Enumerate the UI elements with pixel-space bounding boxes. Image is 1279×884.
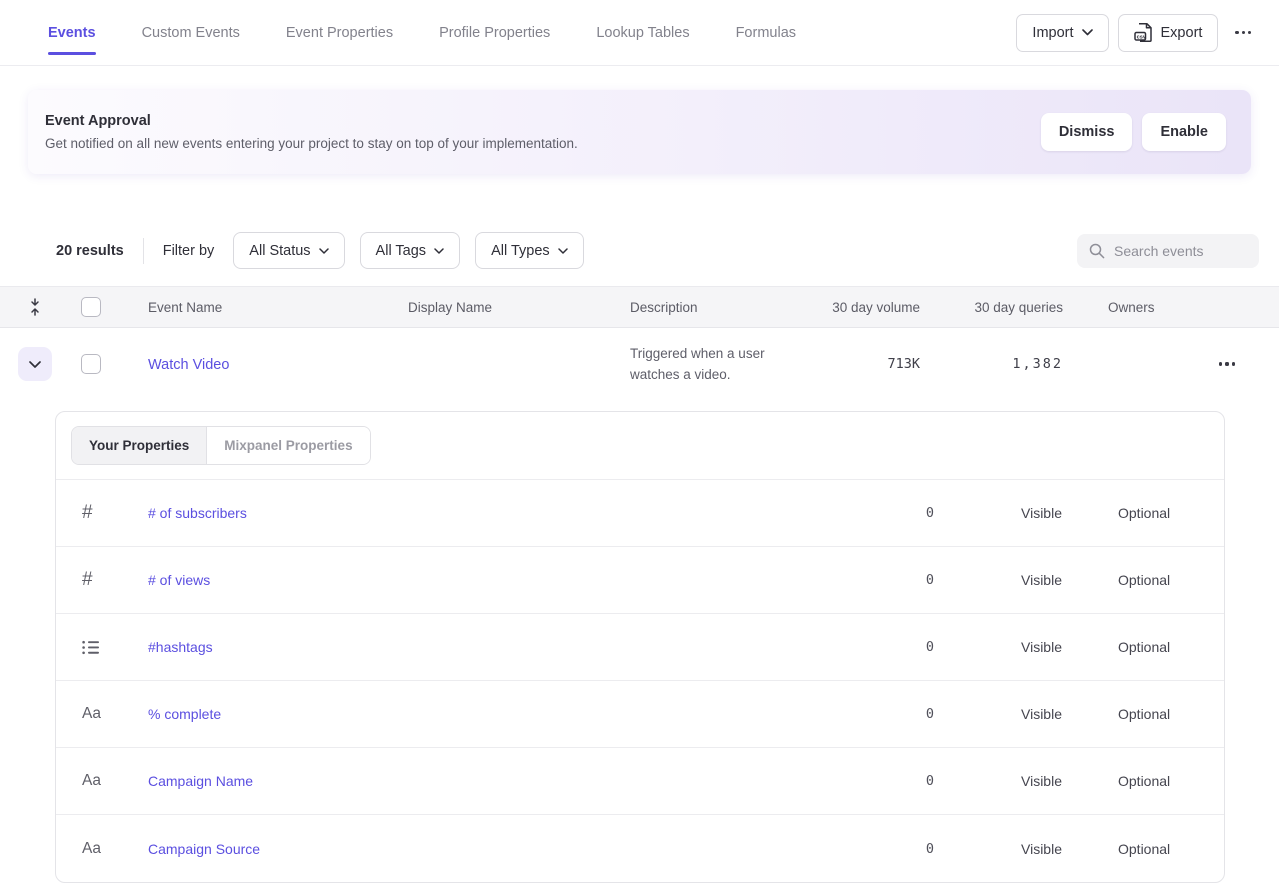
export-label: Export	[1161, 25, 1203, 41]
filter-by-label: Filter by	[163, 243, 215, 259]
status-filter-dropdown[interactable]: All Status	[233, 232, 344, 269]
event-approval-banner: Event Approval Get notified on all new e…	[28, 90, 1251, 174]
chevron-down-icon	[434, 248, 444, 254]
tab-mixpanel-properties[interactable]: Mixpanel Properties	[207, 427, 369, 464]
property-name-link[interactable]: Campaign Name	[148, 773, 814, 789]
properties-tab-control: Your Properties Mixpanel Properties	[71, 426, 371, 465]
tab-custom-events[interactable]: Custom Events	[142, 0, 240, 66]
property-value: 0	[814, 572, 934, 588]
export-button[interactable]: csv Export	[1118, 14, 1219, 52]
property-visibility: Visible	[934, 639, 1118, 655]
property-name-link[interactable]: Campaign Source	[148, 841, 814, 857]
chevron-down-icon	[1082, 29, 1093, 36]
csv-file-icon: csv	[1134, 22, 1153, 43]
tab-events-label: Events	[48, 25, 96, 41]
chevron-down-icon	[558, 248, 568, 254]
active-tab-underline	[48, 52, 96, 55]
property-requirement: Optional	[1118, 572, 1224, 588]
property-name-link[interactable]: % complete	[148, 706, 814, 722]
col-owners: Owners	[1063, 300, 1175, 315]
property-row: Aa % complete 0 Visible Optional	[56, 681, 1224, 748]
tab-formulas[interactable]: Formulas	[736, 0, 796, 66]
filter-toolbar: 20 results Filter by All Status All Tags…	[0, 232, 1279, 269]
property-name-link[interactable]: # of views	[148, 572, 814, 588]
property-visibility: Visible	[934, 706, 1118, 722]
description-cell: Triggered when a user watches a video.	[630, 343, 820, 385]
banner-title: Event Approval	[45, 113, 578, 129]
property-value: 0	[814, 639, 934, 655]
col-display-name: Display Name	[408, 300, 630, 315]
property-row: # # of subscribers 0 Visible Optional	[56, 480, 1224, 547]
ellipsis-icon	[1219, 362, 1235, 365]
row-checkbox[interactable]	[81, 354, 101, 374]
property-visibility: Visible	[934, 572, 1118, 588]
search-input[interactable]	[1114, 243, 1234, 259]
enable-button[interactable]: Enable	[1142, 113, 1226, 151]
divider	[143, 238, 144, 264]
text-type-icon: Aa	[82, 705, 101, 723]
tab-lookup-tables[interactable]: Lookup Tables	[596, 0, 689, 66]
chevron-down-icon	[319, 248, 329, 254]
volume-cell: 713K	[820, 356, 920, 372]
import-label: Import	[1032, 25, 1073, 41]
col-description: Description	[630, 300, 820, 315]
types-filter-dropdown[interactable]: All Types	[475, 232, 584, 269]
property-requirement: Optional	[1118, 773, 1224, 789]
property-value: 0	[814, 706, 934, 722]
tab-event-properties[interactable]: Event Properties	[286, 0, 393, 66]
search-icon	[1089, 243, 1105, 259]
import-button[interactable]: Import	[1016, 14, 1108, 52]
chevron-down-icon	[29, 361, 41, 368]
property-requirement: Optional	[1118, 505, 1224, 521]
dismiss-button[interactable]: Dismiss	[1041, 113, 1133, 151]
events-table: Event Name Display Name Description 30 d…	[0, 286, 1279, 400]
property-value: 0	[814, 841, 934, 857]
lexicon-tabs: Events Custom Events Event Properties Pr…	[48, 0, 796, 66]
event-row-watch-video: Watch Video Triggered when a user watche…	[0, 328, 1279, 400]
tab-profile-properties[interactable]: Profile Properties	[439, 0, 550, 66]
col-event-name: Event Name	[148, 300, 408, 315]
col-30day-queries: 30 day queries	[920, 300, 1063, 315]
results-count: 20 results	[56, 243, 124, 259]
event-name-link[interactable]: Watch Video	[148, 357, 229, 373]
list-type-icon	[82, 640, 99, 655]
property-name-link[interactable]: #hashtags	[148, 639, 814, 655]
table-header-row: Event Name Display Name Description 30 d…	[0, 286, 1279, 328]
property-visibility: Visible	[934, 773, 1118, 789]
property-requirement: Optional	[1118, 706, 1224, 722]
tags-filter-dropdown[interactable]: All Tags	[360, 232, 461, 269]
text-type-icon: Aa	[82, 772, 101, 790]
search-events-box[interactable]	[1077, 234, 1259, 268]
row-expander-button[interactable]	[18, 347, 52, 381]
property-requirement: Optional	[1118, 639, 1224, 655]
property-name-link[interactable]: # of subscribers	[148, 505, 814, 521]
select-all-checkbox[interactable]	[81, 297, 101, 317]
property-row: Aa Campaign Name 0 Visible Optional	[56, 748, 1224, 815]
queries-cell: 1,382	[920, 356, 1063, 372]
property-requirement: Optional	[1118, 841, 1224, 857]
banner-description: Get notified on all new events entering …	[45, 136, 578, 151]
property-row: Aa Campaign Source 0 Visible Optional	[56, 815, 1224, 882]
property-value: 0	[814, 773, 934, 789]
event-properties-panel: Your Properties Mixpanel Properties # # …	[55, 411, 1225, 883]
top-navigation: Events Custom Events Event Properties Pr…	[0, 0, 1279, 66]
property-value: 0	[814, 505, 934, 521]
collapse-all-icon[interactable]	[29, 298, 41, 316]
col-30day-volume: 30 day volume	[820, 300, 920, 315]
number-type-icon: #	[82, 569, 93, 591]
property-row: #hashtags 0 Visible Optional	[56, 614, 1224, 681]
number-type-icon: #	[82, 502, 93, 524]
property-visibility: Visible	[934, 505, 1118, 521]
property-visibility: Visible	[934, 841, 1118, 857]
ellipsis-icon	[1235, 31, 1251, 34]
more-options-button[interactable]	[1227, 14, 1259, 52]
tab-your-properties[interactable]: Your Properties	[72, 427, 207, 464]
property-row: # # of views 0 Visible Optional	[56, 547, 1224, 614]
svg-text:csv: csv	[1136, 34, 1146, 40]
text-type-icon: Aa	[82, 840, 101, 858]
tab-events[interactable]: Events	[48, 0, 96, 66]
row-more-options-button[interactable]	[1211, 345, 1243, 383]
